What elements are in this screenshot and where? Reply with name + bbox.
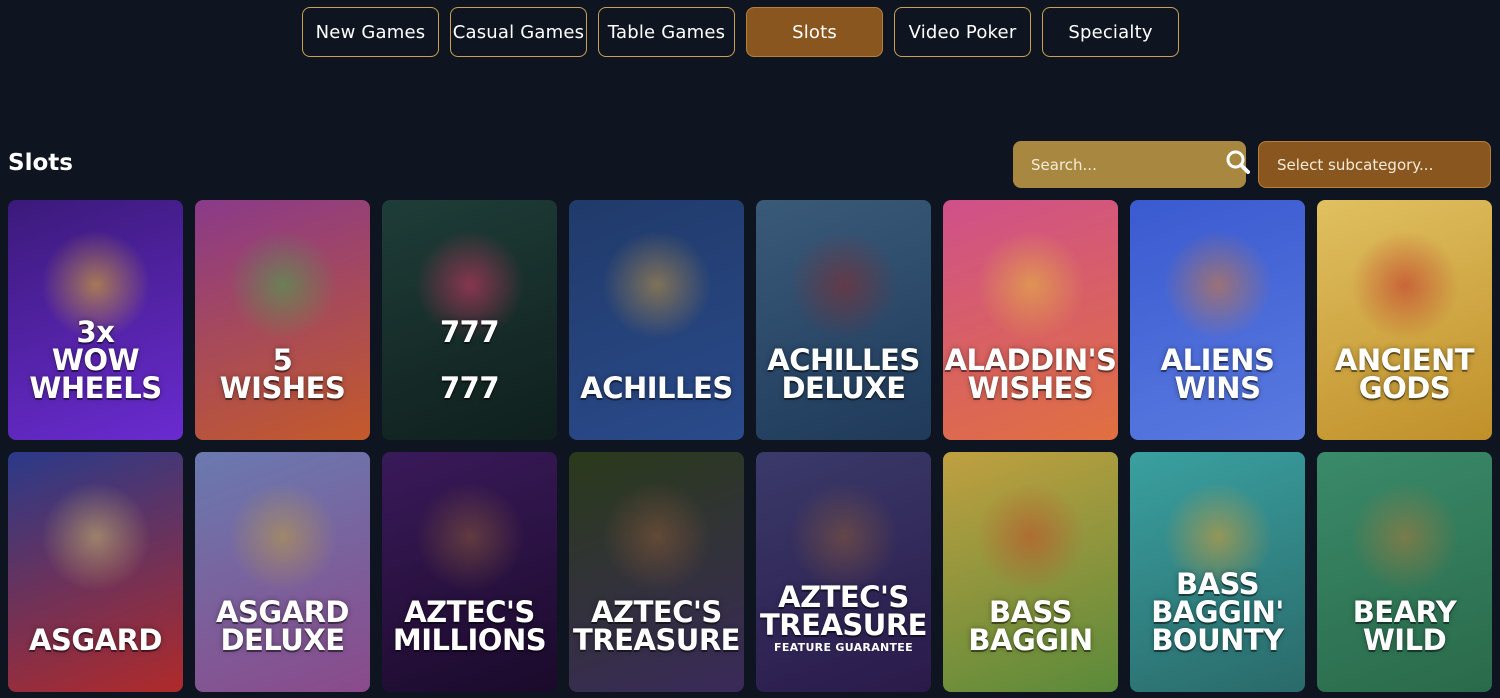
tab-specialty[interactable]: Specialty: [1042, 7, 1179, 57]
game-artwork: [227, 482, 338, 592]
game-title: AZTEC'S TREASURE: [573, 595, 740, 657]
game-card[interactable]: 3x WOW WHEELS: [8, 200, 183, 440]
game-title: AZTEC'S MILLIONS: [392, 595, 547, 657]
game-title: ALIENS WINS: [1160, 343, 1275, 405]
tab-table-games[interactable]: Table Games: [598, 7, 735, 57]
game-card[interactable]: ASGARD: [8, 452, 183, 692]
game-card[interactable]: ALADDIN'S WISHES: [943, 200, 1118, 440]
games-grid: 3x WOW WHEELS 5 WISHES 777 777 ACHILLES ACHI…: [8, 200, 1492, 692]
search-icon[interactable]: [1225, 149, 1251, 180]
game-artwork: [414, 482, 525, 592]
game-card[interactable]: ANCIENT GODS: [1317, 200, 1492, 440]
game-card[interactable]: 777 777: [382, 200, 557, 440]
tab-video-poker[interactable]: Video Poker: [894, 7, 1031, 57]
game-title: ASGARD DELUXE: [216, 595, 349, 657]
game-card[interactable]: ALIENS WINS: [1130, 200, 1305, 440]
category-tabs: New Games Casual Games Table Games Slots Vid…: [302, 7, 1179, 57]
tab-slots[interactable]: Slots: [746, 7, 883, 57]
search-input[interactable]: [1031, 155, 1225, 174]
game-title: ANCIENT GODS: [1334, 343, 1475, 405]
game-artwork: [601, 482, 712, 592]
search-box[interactable]: [1013, 141, 1250, 188]
game-card[interactable]: ASGARD DELUXE: [195, 452, 370, 692]
game-title: 3x WOW WHEELS: [29, 315, 162, 405]
section-title: Slots: [8, 150, 73, 176]
game-title: 5 WISHES: [219, 343, 346, 405]
subcategory-select[interactable]: Select subcategory...: [1258, 141, 1491, 188]
game-card[interactable]: BASS BAGGIN: [943, 452, 1118, 692]
game-artwork: [788, 482, 899, 592]
game-card[interactable]: ACHILLES DELUXE: [756, 200, 931, 440]
game-card[interactable]: 5 WISHES: [195, 200, 370, 440]
game-artwork: [975, 230, 1086, 340]
game-title: ALADDIN'S WISHES: [944, 343, 1117, 405]
game-title: ACHILLES DELUXE: [767, 343, 920, 405]
game-card[interactable]: AZTEC'S MILLIONS: [382, 452, 557, 692]
tab-casual-games[interactable]: Casual Games: [450, 7, 587, 57]
game-card[interactable]: ACHILLES: [569, 200, 744, 440]
game-title: ACHILLES: [580, 371, 733, 405]
tab-new-games[interactable]: New Games: [302, 7, 439, 57]
game-artwork: [1349, 482, 1460, 592]
game-card[interactable]: AZTEC'S TREASURE FEATURE GUARANTEE: [756, 452, 931, 692]
game-artwork: [1162, 230, 1273, 340]
game-title: BASS BAGGIN' BOUNTY: [1151, 567, 1284, 657]
game-title: 777 777: [439, 315, 500, 405]
game-card[interactable]: BASS BAGGIN' BOUNTY: [1130, 452, 1305, 692]
game-artwork: [227, 230, 338, 340]
game-artwork: [601, 230, 712, 340]
game-title: AZTEC'S TREASURE: [760, 580, 927, 642]
game-title: ASGARD: [29, 623, 162, 657]
game-artwork: [788, 230, 899, 340]
game-title: BASS BAGGIN: [968, 595, 1093, 657]
game-artwork: [1349, 230, 1460, 340]
game-subtitle: FEATURE GUARANTEE: [774, 641, 913, 654]
game-card[interactable]: AZTEC'S TREASURE: [569, 452, 744, 692]
game-title: BEARY WILD: [1352, 595, 1457, 657]
game-card[interactable]: BEARY WILD: [1317, 452, 1492, 692]
game-artwork: [40, 482, 151, 592]
game-artwork: [975, 482, 1086, 592]
